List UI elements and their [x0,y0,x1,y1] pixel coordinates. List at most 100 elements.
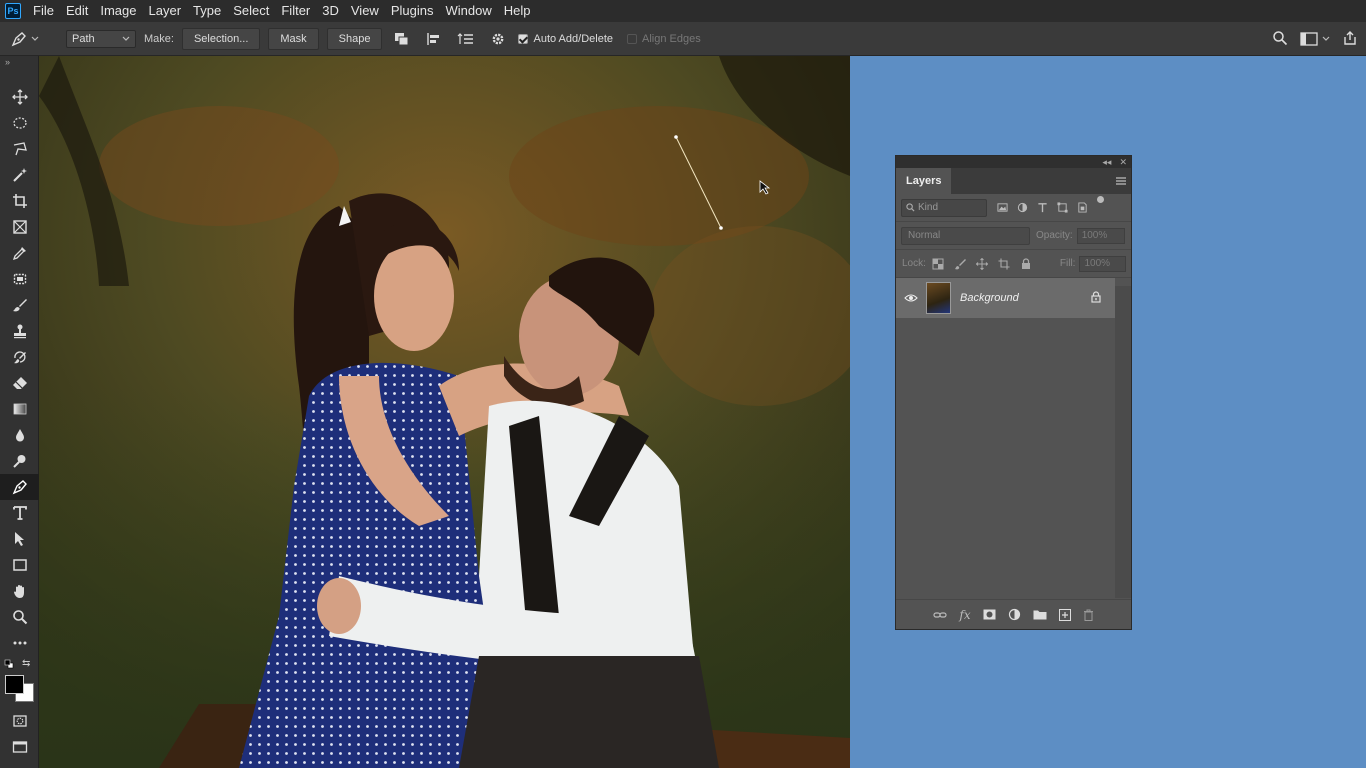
collapse-toolbar-icon[interactable]: » [0,56,38,68]
blend-mode-select[interactable]: Normal [901,226,1030,245]
auto-add-delete-option[interactable]: Auto Add/Delete [518,33,613,45]
color-swatches: ⇆ [0,656,38,708]
add-mask-icon[interactable] [983,609,996,620]
quick-mask-button[interactable] [0,708,39,734]
workspace-button[interactable] [1300,32,1330,46]
close-panel-icon[interactable]: ✕ [1119,157,1127,168]
collapse-panel-icon[interactable]: ◂◂ [1102,157,1111,168]
move-tool[interactable] [0,84,39,110]
opacity-input[interactable]: 100% [1076,227,1125,244]
hand-icon [13,585,24,598]
gradient-tool[interactable] [0,396,39,422]
menu-type[interactable]: Type [187,0,227,22]
menu-filter[interactable]: Filter [275,0,316,22]
healing-brush-tool[interactable] [0,266,39,292]
ellipse-marquee-icon [12,117,27,129]
polygonal-lasso-tool[interactable] [0,136,39,162]
menu-window[interactable]: Window [439,0,497,22]
rectangle-tool[interactable] [0,552,39,578]
menu-view[interactable]: View [345,0,385,22]
menu-plugins[interactable]: Plugins [385,0,440,22]
adjustment-layer-icon[interactable] [1008,608,1021,621]
menu-edit[interactable]: Edit [60,0,94,22]
menu-file[interactable]: File [27,0,60,22]
menu-layer[interactable]: Layer [143,0,188,22]
dodge-tool[interactable] [0,448,39,474]
zoom-tool[interactable] [0,604,39,630]
path-alignment-button[interactable] [422,28,446,50]
pen-tool[interactable] [0,474,39,500]
photo-couple-image [39,56,850,768]
make-selection-button[interactable]: Selection... [181,27,261,50]
search-button[interactable] [1272,30,1288,49]
align-edges-checkbox[interactable] [627,33,637,44]
filter-type-icon[interactable] [1037,202,1048,213]
layers-scrollbar[interactable] [1115,286,1131,598]
lock-all-icon[interactable] [1020,257,1032,270]
layer-style-icon[interactable]: fx [959,608,970,622]
share-button[interactable] [1342,30,1358,49]
path-selection-tool[interactable] [0,526,39,552]
frame-tool[interactable] [0,214,39,240]
lock-transparent-icon[interactable] [932,258,944,270]
menu-help[interactable]: Help [498,0,537,22]
panel-menu-button[interactable] [1111,168,1131,194]
layer-lock-icon[interactable] [1091,290,1101,306]
options-bar-right [1272,22,1358,56]
eyedropper-tool[interactable] [0,240,39,266]
path-arrangement-button[interactable] [454,28,478,50]
magic-wand-tool[interactable] [0,162,39,188]
anchor-point[interactable] [674,135,678,139]
more-tools[interactable] [0,630,39,656]
crop-tool[interactable] [0,188,39,214]
blur-tool[interactable] [0,422,39,448]
brush-tool[interactable] [0,292,39,318]
swap-colors-icon[interactable]: ⇆ [22,658,30,669]
filter-toggle[interactable] [1097,196,1104,203]
filter-smart-object-icon[interactable] [1077,202,1088,213]
pen-icon [12,480,27,495]
layer-row-background[interactable]: Background [896,278,1115,318]
menu-image[interactable]: Image [94,0,142,22]
elliptical-marquee-tool[interactable] [0,110,39,136]
new-layer-icon[interactable] [1058,608,1071,621]
align-edges-option[interactable]: Align Edges [627,33,701,45]
path-operations-button[interactable] [390,28,414,50]
eraser-tool[interactable] [0,370,39,396]
layer-name[interactable]: Background [960,292,1091,304]
auto-add-delete-checkbox[interactable] [518,33,529,44]
history-brush-tool[interactable] [0,344,39,370]
clone-stamp-tool[interactable] [0,318,39,344]
fill-input[interactable]: 100% [1079,255,1126,272]
hand-tool[interactable] [0,578,39,604]
document-canvas[interactable] [39,56,850,768]
layer-visibility-toggle[interactable] [896,293,926,303]
lock-artboard-icon[interactable] [998,258,1010,270]
screen-mode-button[interactable] [0,734,39,760]
filter-kind-select[interactable]: Kind [901,198,987,217]
pen-mode-select[interactable]: Path [66,29,136,48]
filter-adjustment-icon[interactable] [1017,202,1028,213]
link-layers-icon[interactable] [933,610,947,620]
lock-pixels-icon[interactable] [954,258,966,270]
make-mask-button[interactable]: Mask [268,27,319,50]
stamp-icon [13,324,26,339]
pen-icon [11,31,26,46]
tool-preset-picker[interactable] [0,22,50,56]
lock-row: Lock: Fill: 100% [896,250,1131,278]
filter-pixel-icon[interactable] [997,202,1008,213]
tab-layers[interactable]: Layers [896,168,952,194]
filter-shape-icon[interactable] [1057,202,1068,213]
lock-position-icon[interactable] [975,257,988,270]
panel-title-bar[interactable]: ◂◂ ✕ [896,156,1131,168]
trash-icon[interactable] [1083,609,1094,621]
menu-select[interactable]: Select [227,0,275,22]
make-shape-button[interactable]: Shape [326,27,383,50]
foreground-color-swatch[interactable] [5,675,24,694]
path-options-button[interactable] [486,28,510,50]
menu-3d[interactable]: 3D [316,0,345,22]
folder-icon[interactable] [1033,609,1047,620]
default-colors-icon[interactable] [4,658,14,669]
anchor-point[interactable] [719,226,723,230]
type-tool[interactable] [0,500,39,526]
